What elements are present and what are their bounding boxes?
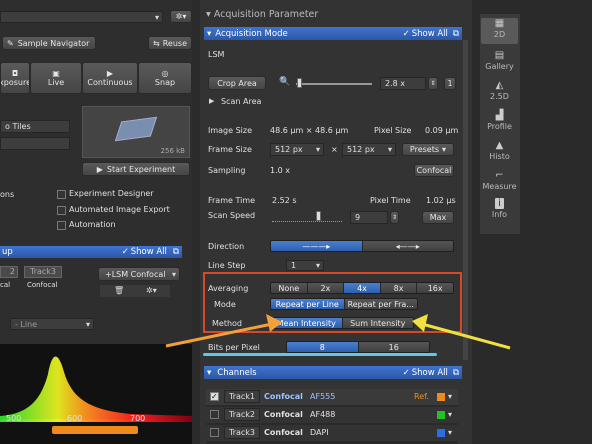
orange-arrow [165, 314, 282, 348]
yellow-arrow [412, 314, 511, 350]
annotation-arrows [165, 314, 511, 350]
